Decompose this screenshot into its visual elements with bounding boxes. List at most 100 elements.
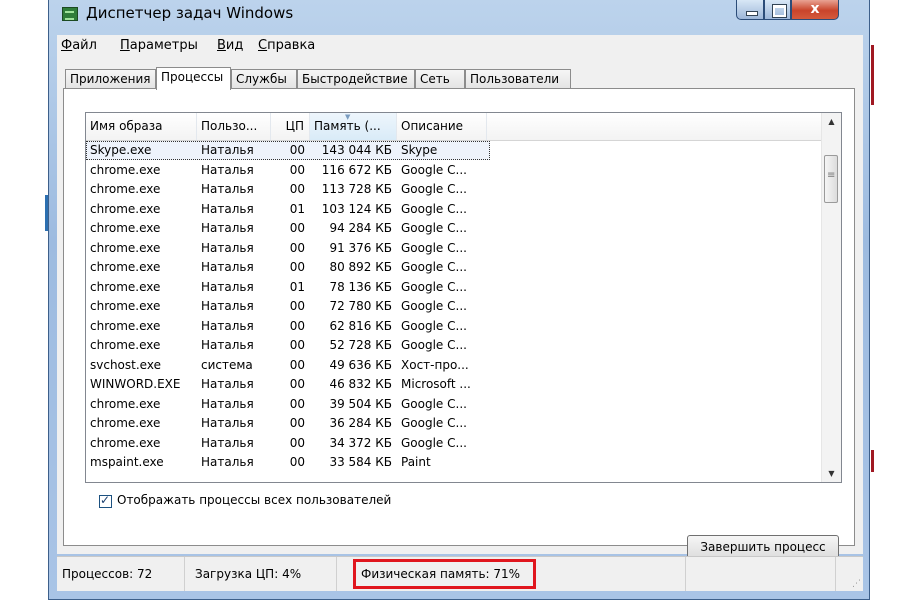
cell-image-name: chrome.exe — [90, 201, 161, 216]
table-row[interactable]: chrome.exe Наталья 00 91 376 КБ Google C... — [86, 239, 823, 258]
minimize-icon — [746, 11, 758, 16]
scroll-up-icon[interactable]: ▲ — [822, 113, 841, 130]
table-row[interactable]: chrome.exe Наталья 00 72 780 КБ Google C... — [86, 297, 823, 316]
maximize-icon — [773, 5, 786, 17]
cell-memory: 113 728 КБ — [321, 182, 392, 196]
show-all-users-checkbox[interactable] — [99, 493, 112, 508]
cell-description: Google C... — [401, 338, 467, 352]
cell-user: Наталья — [201, 182, 254, 196]
cell-description: Хост-про... — [401, 357, 469, 372]
cell-image-name: chrome.exe — [90, 299, 161, 313]
cell-user: Наталья — [201, 338, 254, 352]
cell-image-name: chrome.exe — [90, 240, 161, 255]
task-manager-app-icon[interactable] — [62, 7, 78, 21]
cell-memory: 78 136 КБ — [329, 279, 392, 294]
status-cpu: Загрузка ЦП: 4% — [185, 557, 337, 591]
table-row[interactable]: chrome.exe Наталья 00 39 504 КБ Google C... — [86, 395, 823, 414]
cell-user: Наталья — [201, 299, 254, 313]
cell-cpu: 00 — [289, 338, 305, 352]
minimize-button[interactable] — [736, 0, 764, 20]
cell-cpu: 01 — [289, 279, 305, 294]
window-title: Диспетчер задач Windows — [86, 4, 294, 22]
table-row[interactable]: chrome.exe Наталья 00 62 816 КБ Google C... — [86, 317, 823, 336]
menu-options[interactable]: Параметры — [120, 38, 198, 53]
cell-cpu: 00 — [289, 240, 305, 255]
table-row[interactable]: chrome.exe Наталья 01 78 136 КБ Google C... — [86, 278, 823, 297]
cell-memory: 143 044 КБ — [321, 143, 392, 157]
cell-description: Google C... — [401, 182, 467, 196]
cell-user: Наталья — [201, 435, 254, 450]
close-button[interactable]: x — [791, 0, 839, 20]
cell-cpu: 00 — [289, 182, 305, 196]
table-row[interactable]: chrome.exe Наталья 00 52 728 КБ Google C... — [86, 336, 823, 355]
maximize-button[interactable] — [764, 0, 791, 20]
processes-panel: Имя образа Пользо... ЦП ▼ Память (... Оп… — [63, 88, 855, 559]
cell-description: Google C... — [401, 299, 467, 313]
tab-users[interactable]: Пользователи — [465, 69, 571, 89]
cell-cpu: 01 — [289, 201, 305, 216]
cell-description: Google C... — [401, 240, 467, 255]
scroll-down-icon[interactable]: ▼ — [822, 465, 841, 482]
cell-memory: 116 672 КБ — [321, 162, 392, 177]
cell-memory: 39 504 КБ — [329, 396, 392, 411]
window-body: Приложения Процессы Службы Быстродействи… — [57, 57, 863, 559]
cell-image-name: chrome.exe — [90, 416, 161, 430]
vertical-scrollbar[interactable]: ▲ ▼ — [821, 113, 841, 482]
table-row[interactable]: WINWORD.EXE Наталья 00 46 832 КБ Microsoft .… — [86, 375, 823, 394]
cell-cpu: 00 — [289, 318, 305, 333]
table-row[interactable]: svchost.exe система 00 49 636 КБ Хост-про... — [86, 356, 823, 375]
cell-cpu: 00 — [289, 299, 305, 313]
tab-network[interactable]: Сеть — [415, 69, 465, 89]
column-user[interactable]: Пользо... — [197, 113, 271, 140]
table-row[interactable]: mspaint.exe Наталья 00 33 584 КБ Paint — [86, 453, 823, 472]
tab-services[interactable]: Службы — [231, 69, 297, 89]
table-row[interactable]: chrome.exe Наталья 00 80 892 КБ Google C... — [86, 258, 823, 277]
resize-grip-icon[interactable]: ⋰ — [852, 579, 861, 589]
table-row[interactable]: chrome.exe Наталья 00 116 672 КБ Google C... — [86, 161, 823, 180]
cell-description: Google C... — [401, 318, 467, 333]
table-row[interactable]: chrome.exe Наталья 00 36 284 КБ Google C... — [86, 414, 823, 433]
cell-memory: 62 816 КБ — [329, 318, 392, 333]
cell-user: Наталья — [201, 260, 254, 274]
scroll-thumb[interactable] — [824, 155, 838, 203]
column-description[interactable]: Описание — [397, 113, 487, 140]
cell-cpu: 00 — [289, 357, 305, 372]
process-list[interactable]: Имя образа Пользо... ЦП ▼ Память (... Оп… — [85, 112, 842, 483]
column-cpu[interactable]: ЦП — [271, 113, 310, 140]
cell-description: Google C... — [401, 416, 467, 430]
cell-description: Google C... — [401, 260, 467, 274]
table-row[interactable]: Skype.exe Наталья 00 143 044 КБ Skype — [86, 141, 823, 160]
tab-performance[interactable]: Быстродействие — [297, 69, 415, 89]
title-bar[interactable]: Диспетчер задач Windows x — [49, 0, 869, 32]
cell-image-name: chrome.exe — [90, 435, 161, 450]
menu-view[interactable]: Вид — [217, 38, 243, 53]
cell-image-name: chrome.exe — [90, 318, 161, 333]
menu-help[interactable]: Справка — [258, 38, 315, 53]
column-image-name[interactable]: Имя образа — [86, 113, 197, 140]
cell-image-name: Skype.exe — [90, 143, 152, 157]
cell-memory: 52 728 КБ — [329, 338, 392, 352]
status-blank-1 — [536, 557, 686, 591]
column-memory[interactable]: ▼ Память (... — [310, 113, 397, 140]
tab-processes[interactable]: Процессы — [156, 67, 231, 90]
table-row[interactable]: chrome.exe Наталья 00 34 372 КБ Google C... — [86, 434, 823, 453]
menu-help-accel: С — [258, 38, 268, 53]
cell-memory: 34 372 КБ — [329, 435, 392, 450]
edge-marker-right-bottom — [871, 450, 874, 472]
menu-file[interactable]: Файл — [61, 38, 97, 53]
table-row[interactable]: chrome.exe Наталья 00 113 728 КБ Google C... — [86, 180, 823, 199]
tab-applications[interactable]: Приложения — [65, 69, 156, 89]
table-row[interactable]: chrome.exe Наталья 00 94 284 КБ Google C... — [86, 219, 823, 238]
cell-description: Google C... — [401, 201, 467, 216]
table-row[interactable]: chrome.exe Наталья 01 103 124 КБ Google C... — [86, 200, 823, 219]
cell-cpu: 00 — [289, 455, 305, 469]
menu-help-label: правка — [267, 38, 316, 53]
edge-marker-right-top — [871, 45, 874, 105]
cell-description: Google C... — [401, 221, 467, 235]
cell-image-name: chrome.exe — [90, 338, 161, 352]
menu-view-label: ид — [225, 38, 244, 53]
cell-user: Наталья — [201, 201, 254, 216]
cell-memory: 72 780 КБ — [329, 299, 392, 313]
cell-cpu: 00 — [289, 221, 305, 235]
show-all-users-label[interactable]: Отображать процессы всех пользователей — [117, 493, 391, 507]
